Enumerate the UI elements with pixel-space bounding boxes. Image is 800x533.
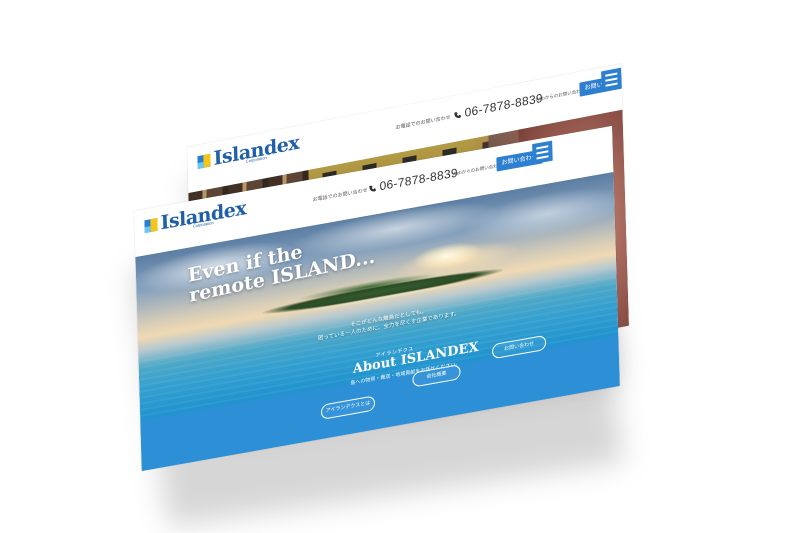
front-logo[interactable]: Islandex [144, 197, 247, 236]
back-logo[interactable]: Islandex [197, 131, 300, 173]
tel-number[interactable]: 06-7878-8839 [453, 91, 543, 122]
hamburger-menu-icon[interactable] [601, 67, 622, 92]
mockup-stage: Islandex Corporation お電話でのお問い合わせ 06-7878… [0, 0, 800, 533]
tel-number-text: 06-7878-8839 [464, 90, 544, 120]
mail-label: Webからのお問い合わせ [535, 87, 586, 103]
phone-icon [369, 185, 376, 192]
hamburger-menu-icon[interactable] [532, 140, 553, 165]
tel-number[interactable]: 06-7878-8839 [368, 165, 458, 195]
logo-text: Islandex [213, 131, 300, 171]
logo-mark-icon [197, 153, 211, 170]
tel-number-text: 06-7878-8839 [379, 165, 459, 194]
logo-text: Islandex [160, 197, 247, 235]
tel-label: お電話でのお問い合わせ [395, 114, 451, 132]
phone-icon [454, 111, 461, 118]
mail-label: Webからのお問い合わせ [452, 162, 503, 177]
tel-label: お電話でのお問い合わせ [312, 187, 368, 204]
logo-mark-icon [144, 217, 158, 234]
